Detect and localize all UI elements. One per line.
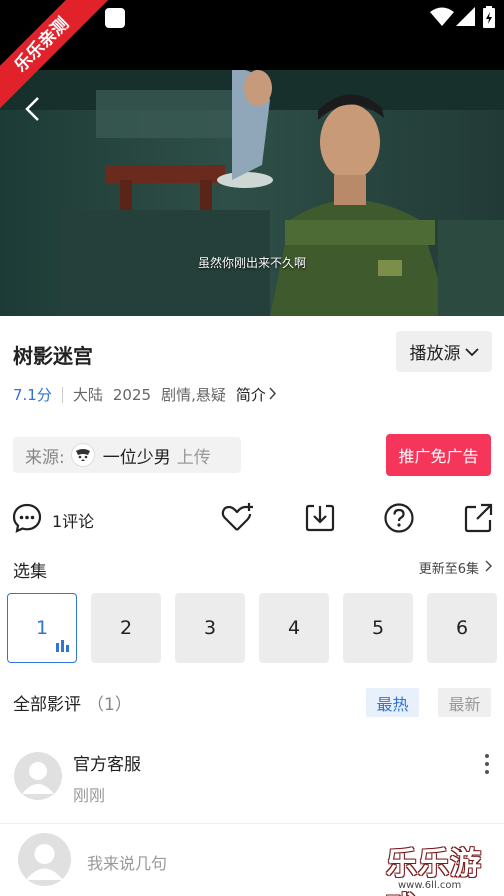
share-icon[interactable] xyxy=(463,502,493,538)
title-row: 树影迷宫 播放源 xyxy=(0,316,504,386)
more-options-icon[interactable] xyxy=(480,752,494,780)
video-subtitle: 虽然你刚出来不久啊 xyxy=(197,256,306,270)
watermark-url: www.6ll.com xyxy=(398,880,462,891)
review-item: 官方客服 刚刚 xyxy=(0,740,504,810)
badge-text: 乐乐亲测 xyxy=(0,0,110,110)
episodes-header: 选集 xyxy=(13,562,47,582)
page-title: 树影迷宫 xyxy=(13,344,93,368)
reviews-title: 全部影评 xyxy=(13,695,81,715)
episode-item[interactable]: 3 xyxy=(175,593,245,663)
uploader-action: 上传 xyxy=(176,447,211,468)
review-time: 刚刚 xyxy=(73,786,106,805)
episode-item[interactable]: 6 xyxy=(427,593,497,663)
chevron-down-icon xyxy=(464,342,479,362)
episode-item[interactable]: 4 xyxy=(259,593,329,663)
divider xyxy=(61,386,63,403)
help-icon[interactable] xyxy=(383,502,415,538)
uploader-avatar xyxy=(70,443,95,467)
region: 大陆 xyxy=(72,386,103,404)
intro-link[interactable]: 简介 xyxy=(236,384,277,405)
episodes-update[interactable]: 更新至6集 xyxy=(419,558,492,577)
play-source-button[interactable]: 播放源 xyxy=(396,331,492,372)
episode-number: 4 xyxy=(287,617,301,639)
episode-item[interactable]: 1 xyxy=(7,593,77,663)
comment-input[interactable]: 我来说几句 xyxy=(87,850,167,874)
episodes-update-text: 更新至6集 xyxy=(418,562,479,577)
score: 7.1分 xyxy=(13,386,52,404)
episode-number: 5 xyxy=(371,617,385,639)
episode-number: 2 xyxy=(119,617,133,639)
chevron-right-icon xyxy=(269,386,277,404)
uploader-info[interactable]: 来源: 一位少男 上传 xyxy=(13,437,241,473)
episode-number: 1 xyxy=(35,617,49,639)
favorite-add-icon[interactable] xyxy=(221,502,255,538)
uploader-label: 来源: xyxy=(25,447,65,468)
signal-icon xyxy=(456,7,476,31)
intro-label: 简介 xyxy=(235,386,266,404)
avatar[interactable] xyxy=(14,752,62,800)
wifi-icon xyxy=(430,7,454,31)
comment-count[interactable]: 1评论 xyxy=(52,508,94,532)
battery-icon xyxy=(483,6,495,32)
comment-icon[interactable] xyxy=(11,502,43,538)
watermark-logo: 乐乐游戏 www.6ll.com xyxy=(386,838,504,896)
action-bar: 1评论 xyxy=(0,496,504,540)
episode-item[interactable]: 2 xyxy=(91,593,161,663)
movie-meta: 7.1分 大陆 2025 剧情,悬疑 简介 xyxy=(13,384,277,405)
avatar xyxy=(18,833,71,886)
playing-bars-icon xyxy=(56,635,70,657)
uploader-name: 一位少男 xyxy=(102,447,171,468)
sort-new-tab[interactable]: 最新 xyxy=(438,688,491,717)
reviews-header: 全部影评 （1） xyxy=(13,690,132,715)
episode-number: 6 xyxy=(455,617,469,639)
chevron-right-icon xyxy=(485,560,492,576)
episode-number: 3 xyxy=(203,617,217,639)
sort-hot-tab[interactable]: 最热 xyxy=(366,688,419,717)
genre: 剧情,悬疑 xyxy=(161,386,226,404)
promo-ad-free-button[interactable]: 推广免广告 xyxy=(386,434,491,476)
play-source-label: 播放源 xyxy=(409,344,461,364)
year: 2025 xyxy=(112,385,152,404)
reviews-count: （1） xyxy=(87,695,132,715)
review-author[interactable]: 官方客服 xyxy=(73,750,141,775)
review-badge: 乐乐亲测 xyxy=(0,0,110,110)
download-icon[interactable] xyxy=(304,502,336,538)
episode-item[interactable]: 5 xyxy=(343,593,413,663)
